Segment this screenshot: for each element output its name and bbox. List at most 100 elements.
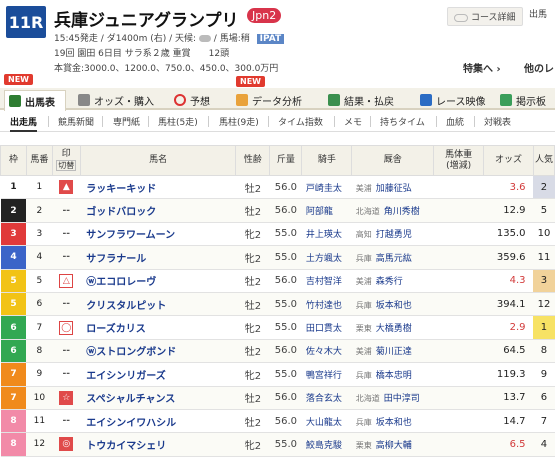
subtab-entries[interactable]: 出走馬 [10,115,38,132]
odds-value[interactable]: 4.3 [483,269,534,293]
mark-icon[interactable]: -- [59,367,73,381]
trainer-name[interactable]: 坂本和也 [376,301,412,311]
odds-value[interactable]: 64.5 [483,339,534,364]
horse-name[interactable]: ⓦストロングボンド [80,339,236,364]
mark-icon[interactable]: -- [59,227,73,241]
odds-value[interactable]: 394.1 [483,292,534,317]
jockey-name[interactable]: 田口貫太 [301,315,352,340]
mark-cell[interactable]: -- [52,339,81,364]
mark-cell[interactable]: -- [52,292,81,317]
table-row[interactable]: 5 5 △ ⓦエコロレーヴ 牡2 56.0 吉村智洋 美浦 森秀行 4.3 3 [0,269,555,293]
trainer-name[interactable]: 打越勇児 [376,230,412,240]
tab-video[interactable]: レース映像 [420,90,486,110]
subtab-past5[interactable]: 馬柱(5走) [158,115,198,128]
odds-value[interactable]: 3.6 [483,175,534,200]
jockey-name[interactable]: 落合玄太 [301,386,352,410]
mark-cell[interactable]: ☆ [52,386,81,410]
trainer-cell[interactable]: 美浦 加藤征弘 [351,175,434,200]
trainer-name[interactable]: 森秀行 [376,277,403,287]
odds-value[interactable]: 14.7 [483,409,534,434]
jockey-name[interactable]: 井上瑛太 [301,222,352,247]
trainer-cell[interactable]: 美浦 森秀行 [351,269,434,293]
odds-value[interactable]: 135.0 [483,222,534,247]
subtab-best-time[interactable]: 持ちタイム [380,115,425,128]
table-row[interactable]: 8 11 -- エイシンイワハシル 牡2 56.0 大山龍太 兵庫 坂本和也 14.7 7 [0,409,555,434]
table-row[interactable]: 7 10 ☆ スペシャルチャンス 牡2 56.0 落合玄太 北海道 田中淳司 13.7 6 [0,386,555,410]
subtab-past9[interactable]: 馬柱(9走) [219,115,259,128]
tab-odds[interactable]: オッズ・購入 [78,90,154,110]
jockey-name[interactable]: 戸崎圭太 [301,175,352,200]
subtab-paper[interactable]: 専門紙 [113,115,140,128]
jockey-name[interactable]: 佐々木大 [301,339,352,364]
table-row[interactable]: 3 3 -- サンフラワームーン 牝2 55.0 井上瑛太 高知 打越勇児 135.0 10 [0,222,555,247]
trainer-cell[interactable]: 栗東 高柳大輔 [351,432,434,457]
mark-cell[interactable]: △ [52,269,81,293]
horse-name[interactable]: ローズカリス [80,315,236,340]
feature-link[interactable]: 特集へ › [463,60,501,75]
mark-icon[interactable]: ◯ [59,320,74,335]
trainer-cell[interactable]: 兵庫 坂本和也 [351,409,434,434]
trainer-cell[interactable]: 兵庫 坂本和也 [351,292,434,317]
horse-name[interactable]: スペシャルチャンス [80,386,236,410]
tab-entries[interactable]: 出馬表 [4,90,66,111]
trainer-name[interactable]: 坂本和也 [376,418,412,428]
mark-icon[interactable]: ☆ [59,390,74,405]
mark-icon[interactable]: -- [59,297,73,311]
header-pop[interactable]: 人気 [532,145,555,176]
tab-data[interactable]: データ分析 [236,90,302,110]
mark-cell[interactable]: -- [52,198,81,223]
subtab-memo[interactable]: メモ [344,115,362,128]
mark-icon[interactable]: -- [59,414,73,428]
mark-icon[interactable]: -- [59,344,73,358]
trainer-name[interactable]: 橋本忠明 [376,371,412,381]
subtab-newspaper[interactable]: 競馬新聞 [58,115,94,128]
horse-name[interactable]: サフラナール [80,245,236,270]
trainer-cell[interactable]: 兵庫 橋本忠明 [351,362,434,387]
table-row[interactable]: 5 6 -- クリスタルピット 牡2 55.0 竹村達也 兵庫 坂本和也 394.1 12 [0,292,555,317]
tab-results[interactable]: 結果・払戻 [328,90,394,110]
trainer-name[interactable]: 田中淳司 [384,394,420,404]
table-row[interactable]: 1 1 ▲ ラッキーキッド 牡2 56.0 戸崎圭太 美浦 加藤征弘 3.6 2 [0,175,555,200]
mark-icon[interactable]: ◎ [59,437,74,452]
tab-board[interactable]: 掲示板 [500,90,546,110]
trainer-name[interactable]: 菊川正達 [376,347,412,357]
jockey-name[interactable]: 竹村達也 [301,292,352,317]
trainer-name[interactable]: 加藤征弘 [376,184,412,194]
entries-button[interactable]: 出馬 [529,7,547,20]
odds-value[interactable]: 2.9 [483,315,534,340]
table-row[interactable]: 8 12 ◎ トウカイマシェリ 牝2 55.0 鮫島克駿 栗東 高柳大輔 6.5 4 [0,432,555,457]
horse-name[interactable]: ゴッドバロック [80,198,236,223]
jockey-name[interactable]: 吉村智洋 [301,269,352,293]
trainer-cell[interactable]: 北海道 角川秀樹 [351,198,434,223]
odds-value[interactable]: 119.3 [483,362,534,387]
table-row[interactable]: 6 8 -- ⓦストロングボンド 牡2 56.0 佐々木大 美浦 菊川正達 64.5 8 [0,339,555,364]
trainer-cell[interactable]: 高知 打越勇児 [351,222,434,247]
mark-cell[interactable]: -- [52,362,81,387]
trainer-cell[interactable]: 美浦 菊川正達 [351,339,434,364]
header-odds[interactable]: オッズ [483,145,534,176]
table-row[interactable]: 4 4 -- サフラナール 牝2 55.0 土方颯太 兵庫 高馬元紘 359.6 11 [0,245,555,270]
mark-icon[interactable]: -- [59,204,73,218]
horse-name[interactable]: ⓦエコロレーヴ [80,269,236,293]
jockey-name[interactable]: 阿部龍 [301,198,352,223]
trainer-name[interactable]: 角川秀樹 [384,207,420,217]
other-races-link[interactable]: 他のレ [524,60,554,75]
jockey-name[interactable]: 大山龍太 [301,409,352,434]
mark-toggle[interactable]: 切替 [56,160,77,171]
ipat-badge[interactable]: IPAT [256,34,285,44]
table-row[interactable]: 6 7 ◯ ローズカリス 牝2 55.0 田口貫太 栗東 大橋勇樹 2.9 1 [0,315,555,340]
mark-icon[interactable]: -- [59,250,73,264]
tab-prediction[interactable]: 予想 [174,90,210,110]
mark-cell[interactable]: -- [52,222,81,247]
horse-name[interactable]: トウカイマシェリ [80,432,236,457]
horse-name[interactable]: クリスタルピット [80,292,236,317]
trainer-cell[interactable]: 栗東 大橋勇樹 [351,315,434,340]
mark-cell[interactable]: ▲ [52,175,81,200]
horse-name[interactable]: ラッキーキッド [80,175,236,200]
mark-cell[interactable]: ◎ [52,432,81,457]
table-row[interactable]: 2 2 -- ゴッドバロック 牡2 56.0 阿部龍 北海道 角川秀樹 12.9 5 [0,198,555,223]
jockey-name[interactable]: 鮫島克駿 [301,432,352,457]
mark-icon[interactable]: ▲ [59,180,74,195]
jockey-name[interactable]: 鴨宮祥行 [301,362,352,387]
mark-cell[interactable]: -- [52,245,81,270]
